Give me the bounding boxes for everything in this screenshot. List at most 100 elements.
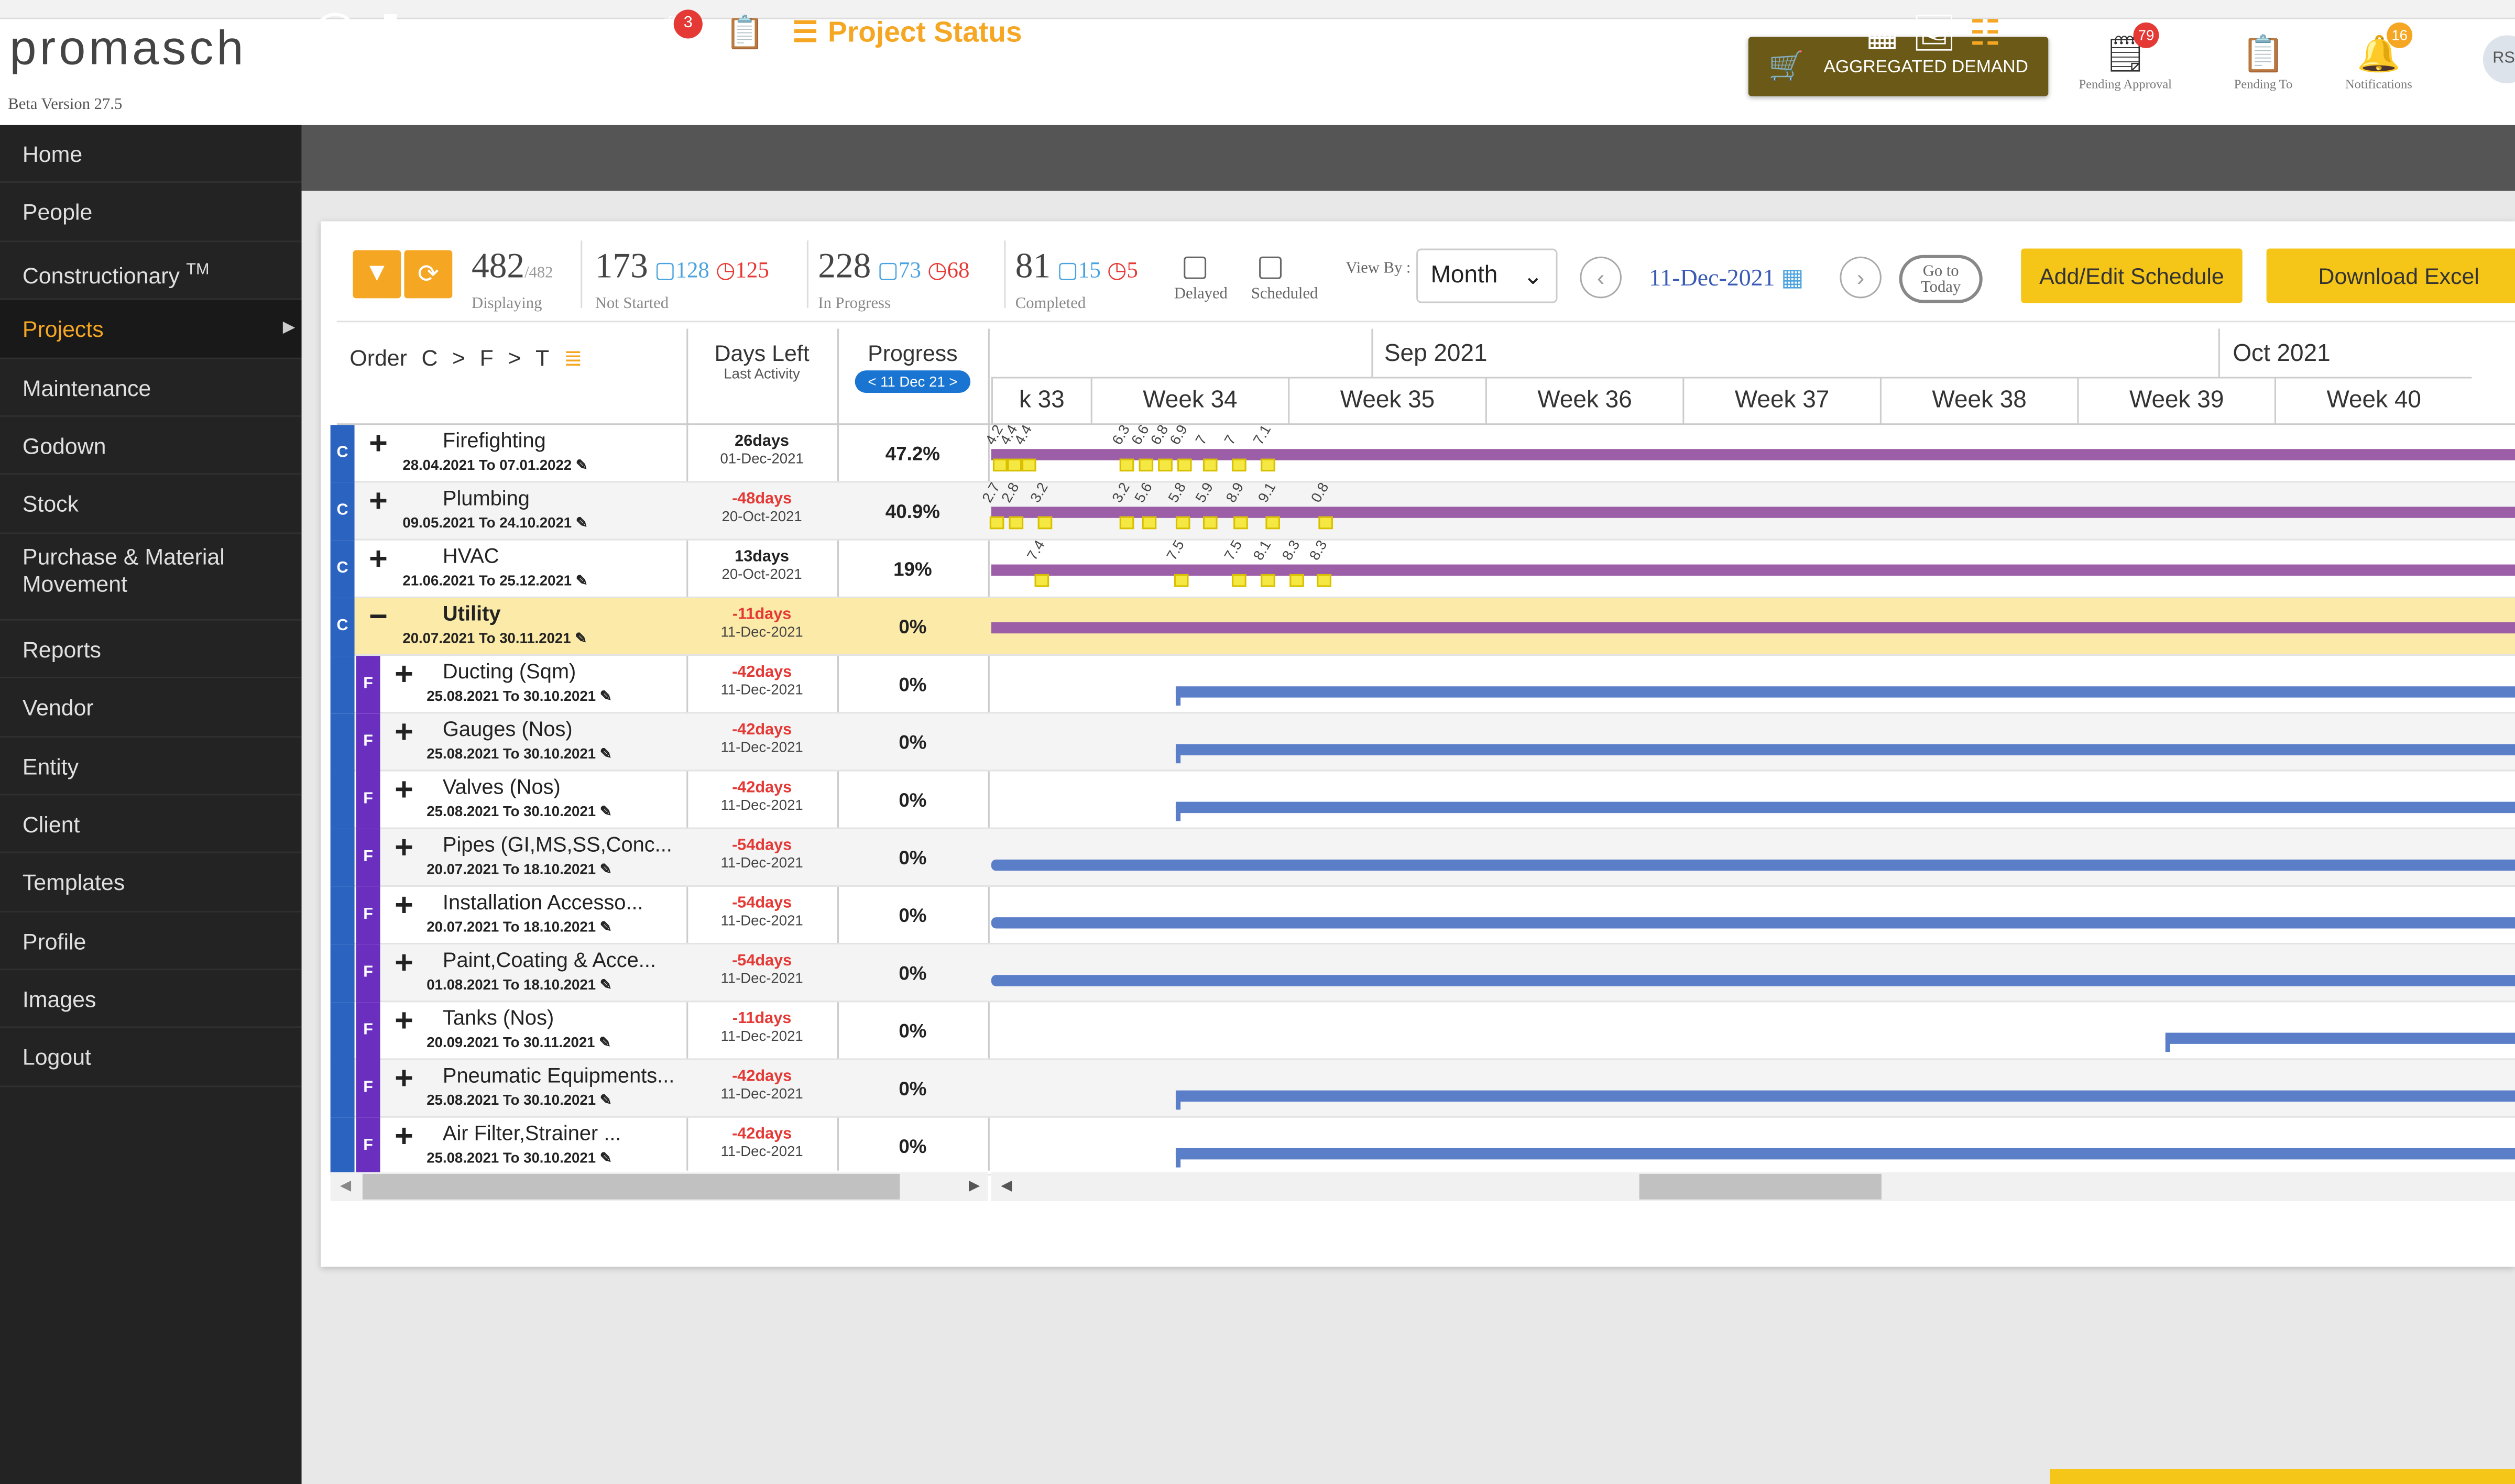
edit-pencil-icon[interactable]: ✎ bbox=[596, 861, 612, 877]
date-display[interactable]: 11-Dec-2021 ▦ bbox=[1649, 263, 1804, 293]
image-view-icon[interactable]: 🖼 bbox=[1911, 12, 1956, 54]
add-edit-schedule-button[interactable]: Add/Edit Schedule bbox=[2021, 248, 2243, 303]
task-name[interactable]: Plumbing bbox=[443, 486, 530, 510]
edit-pencil-icon[interactable]: ✎ bbox=[595, 1035, 611, 1051]
expand-plus-icon[interactable]: + bbox=[395, 659, 413, 691]
go-to-today-button[interactable]: Go to Today bbox=[1899, 255, 1983, 303]
sidebar-item-vendor[interactable]: Vendor bbox=[0, 678, 302, 737]
milestone-marker[interactable] bbox=[1232, 458, 1246, 472]
gantt-bar[interactable] bbox=[1175, 1090, 2515, 1102]
expand-plus-icon[interactable]: + bbox=[395, 832, 413, 864]
edit-pencil-icon[interactable]: ✎ bbox=[596, 804, 612, 820]
stat-completed[interactable]: 81 ▢15 ◷5 Completed bbox=[1015, 245, 1138, 313]
gantt-bar[interactable] bbox=[991, 859, 2515, 871]
expand-plus-icon[interactable]: + bbox=[395, 948, 413, 980]
days-left-header[interactable]: Days Left Last Activity bbox=[686, 340, 837, 382]
edit-pencil-icon[interactable]: ✎ bbox=[596, 976, 612, 993]
gantt-view-icon[interactable]: ☷ bbox=[1969, 12, 2000, 54]
expand-plus-icon[interactable]: + bbox=[395, 717, 413, 749]
table-row[interactable]: F + Air Filter,Strainer ... 25.08.2021 To 3… bbox=[330, 1117, 2515, 1175]
progress-date-pill[interactable]: < 11 Dec 21 > bbox=[855, 370, 970, 393]
scheduled-checkbox[interactable] bbox=[1259, 256, 1282, 279]
gantt-bar[interactable] bbox=[1175, 1148, 2515, 1160]
sidebar-item-templates[interactable]: Templates bbox=[0, 854, 302, 912]
expand-plus-icon[interactable]: + bbox=[395, 1121, 413, 1153]
edit-pencil-icon[interactable]: ✎ bbox=[596, 1150, 612, 1166]
table-row[interactable]: F + Valves (Nos) 25.08.2021 To 30.10.2021 ✎… bbox=[330, 771, 2515, 829]
apps-grid-icon[interactable]: ⠿ bbox=[314, 12, 356, 54]
expand-plus-icon[interactable]: + bbox=[395, 775, 413, 807]
filter-icon[interactable]: ▼ bbox=[353, 250, 401, 299]
clipboard-button[interactable]: 📋 › bbox=[725, 0, 782, 66]
milestone-marker[interactable] bbox=[1232, 574, 1246, 587]
order-key-c[interactable]: C bbox=[422, 345, 438, 372]
sort-lines-icon[interactable]: ≣ bbox=[564, 345, 583, 372]
milestone-marker[interactable] bbox=[1034, 574, 1049, 587]
table-row[interactable]: F + Pneumatic Equipments... 25.08.2021 To 3… bbox=[330, 1060, 2515, 1118]
milestone-marker[interactable] bbox=[1202, 516, 1218, 530]
table-row[interactable]: F + Pipes (GI,MS,SS,Conc... 20.07.2021 To 1… bbox=[330, 829, 2515, 887]
app-logo[interactable]: promasch bbox=[9, 23, 246, 77]
milestone-marker[interactable] bbox=[1022, 458, 1036, 472]
task-name[interactable]: HVAC bbox=[443, 544, 499, 568]
sidebar-item-maintenance[interactable]: Maintenance bbox=[0, 358, 302, 417]
milestone-marker[interactable] bbox=[992, 458, 1008, 472]
milestone-marker[interactable] bbox=[1318, 516, 1333, 530]
table-row[interactable]: F + Installation Accesso... 20.07.2021 To 1… bbox=[330, 886, 2515, 945]
toolbar-alert-button[interactable]: 🗒3 bbox=[658, 0, 703, 66]
gantt-bar[interactable] bbox=[991, 449, 2515, 460]
gantt-bar[interactable] bbox=[991, 975, 2515, 986]
notifications-button[interactable]: 🔔 16 Notifications bbox=[2323, 22, 2435, 91]
sidebar-item-stock[interactable]: Stock bbox=[0, 475, 302, 534]
gantt-scroll-thumb[interactable] bbox=[1639, 1173, 1882, 1200]
milestone-marker[interactable] bbox=[1289, 574, 1304, 587]
expand-plus-icon[interactable]: + bbox=[369, 428, 388, 460]
stat-not-started[interactable]: 173 ▢128 ◷125 Not Started bbox=[595, 245, 769, 313]
milestone-marker[interactable] bbox=[1158, 458, 1173, 472]
sidebar-item-reports[interactable]: Reports bbox=[0, 620, 302, 679]
expand-plus-icon[interactable]: + bbox=[369, 486, 388, 518]
milestone-marker[interactable] bbox=[1119, 458, 1134, 472]
expand-plus-icon[interactable]: + bbox=[395, 1005, 413, 1037]
task-name[interactable]: Pneumatic Equipments... bbox=[443, 1063, 674, 1087]
pending-approval-button[interactable]: 🗒 79 Pending Approval bbox=[2069, 22, 2181, 91]
edit-pencil-icon[interactable]: ✎ bbox=[596, 1092, 612, 1108]
milestone-marker[interactable] bbox=[1119, 516, 1134, 530]
sidebar-item-constructionary[interactable]: Constructionary TM bbox=[0, 242, 302, 300]
edit-pencil-icon[interactable]: ✎ bbox=[596, 746, 612, 762]
left-scroll-thumb[interactable] bbox=[362, 1173, 900, 1200]
gantt-bar[interactable] bbox=[2165, 1032, 2515, 1044]
sidebar-item-projects[interactable]: Projects ▶ bbox=[0, 300, 302, 359]
milestone-marker[interactable] bbox=[1202, 458, 1218, 472]
edit-pencil-icon[interactable]: ✎ bbox=[596, 688, 612, 704]
table-row[interactable]: F + Tanks (Nos) 20.09.2021 To 30.11.2021 ✎ -… bbox=[330, 1002, 2515, 1060]
sidebar-item-people[interactable]: People bbox=[0, 183, 302, 242]
task-name[interactable]: Air Filter,Strainer ... bbox=[443, 1121, 621, 1145]
gantt-bar[interactable] bbox=[991, 917, 2515, 929]
task-name[interactable]: Utility bbox=[443, 601, 501, 625]
task-name[interactable]: Firefighting bbox=[443, 428, 546, 452]
edit-pencil-icon[interactable]: ✎ bbox=[571, 630, 587, 646]
edit-pencil-icon[interactable]: ✎ bbox=[572, 457, 588, 473]
gantt-bar[interactable] bbox=[1175, 744, 2515, 755]
sidebar-item-purchase-material-movement[interactable]: Purchase & Material Movement bbox=[0, 534, 302, 620]
edit-pencil-icon[interactable]: ✎ bbox=[572, 515, 588, 531]
breadcrumb-warehouse[interactable]: ▚ Warehouse 2 bbox=[385, 0, 596, 66]
milestone-marker[interactable] bbox=[1317, 574, 1331, 587]
stat-in-progress[interactable]: 228 ▢73 ◷68 In Progress bbox=[818, 245, 969, 313]
task-name[interactable]: Tanks (Nos) bbox=[443, 1005, 554, 1029]
table-row[interactable]: F + Ducting (Sqm) 25.08.2021 To 30.10.2021 … bbox=[330, 656, 2515, 714]
prev-date-button[interactable]: ‹ bbox=[1580, 256, 1622, 299]
task-name[interactable]: Valves (Nos) bbox=[443, 775, 561, 799]
collapse-minus-icon[interactable]: − bbox=[369, 601, 388, 633]
table-row[interactable]: F + Gauges (Nos) 25.08.2021 To 30.10.2021 ✎… bbox=[330, 713, 2515, 772]
sidebar-item-client[interactable]: Client bbox=[0, 795, 302, 854]
scroll-left-arrow-icon[interactable]: ◀ bbox=[340, 1177, 351, 1195]
milestone-marker[interactable] bbox=[1233, 516, 1248, 530]
milestone-marker[interactable] bbox=[1007, 458, 1022, 472]
stat-displaying[interactable]: 482/482 Displaying bbox=[472, 245, 553, 313]
order-key-t[interactable]: T bbox=[535, 345, 549, 372]
gantt-bar[interactable] bbox=[991, 564, 2515, 576]
sidebar-item-home[interactable]: Home bbox=[0, 125, 302, 184]
milestone-marker[interactable] bbox=[1174, 574, 1189, 587]
